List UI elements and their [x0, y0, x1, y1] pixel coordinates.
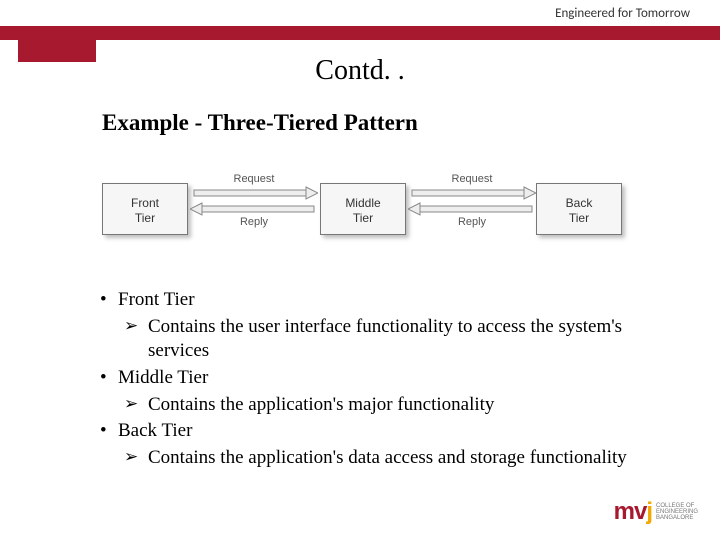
arrow-right-icon [190, 185, 318, 201]
tier-back-line2: Tier [569, 211, 589, 225]
list-item: Contains the application's major functio… [100, 393, 630, 418]
arrow-group-front-middle: Request Reply [188, 174, 320, 244]
arrow-right-icon [408, 185, 536, 201]
list-item: Middle Tier [100, 366, 630, 391]
page-title: Contd. . [0, 55, 720, 87]
tier-box-front: Front Tier [102, 183, 188, 235]
list-item: Contains the application's data access a… [100, 446, 630, 471]
list-item: Front Tier [100, 288, 630, 313]
header-bar [0, 26, 720, 40]
logo-mark: mvj [614, 498, 652, 526]
three-tier-diagram: Front Tier Request Reply Middle Tier Req… [102, 168, 627, 250]
logo-subtext: COLLEGE OF ENGINEERING BANGALORE [656, 503, 698, 522]
list-item: Contains the user interface functionalit… [100, 315, 630, 364]
tier-front-line2: Tier [135, 211, 155, 225]
request-label: Request [188, 174, 320, 185]
tier-middle-line2: Tier [353, 211, 373, 225]
logo-letter-v: v [634, 498, 646, 525]
logo-sub-line2: ENGINEERING [656, 509, 698, 515]
arrow-group-middle-back: Request Reply [406, 174, 538, 244]
arrow-left-icon [408, 201, 536, 217]
logo-sub-line1: COLLEGE OF [656, 503, 694, 509]
reply-label-2: Reply [406, 217, 538, 228]
logo-letter-m: m [614, 498, 634, 525]
request-label-2: Request [406, 174, 538, 185]
mvj-logo: mvj COLLEGE OF ENGINEERING BANGALORE [614, 498, 698, 526]
tier-box-middle: Middle Tier [320, 183, 406, 235]
bullet-list: Front Tier Contains the user interface f… [100, 288, 630, 473]
tier-middle-line1: Middle [345, 196, 380, 210]
tier-back-line1: Back [566, 196, 593, 210]
tier-front-line1: Front [131, 196, 159, 210]
list-item: Back Tier [100, 419, 630, 444]
logo-letter-j: j [646, 498, 652, 525]
reply-label: Reply [188, 217, 320, 228]
arrow-left-icon [190, 201, 318, 217]
logo-sub-line3: BANGALORE [656, 515, 693, 521]
tagline: Engineered for Tomorrow [555, 6, 690, 21]
tier-box-back: Back Tier [536, 183, 622, 235]
page-subtitle: Example - Three-Tiered Pattern [102, 110, 418, 136]
